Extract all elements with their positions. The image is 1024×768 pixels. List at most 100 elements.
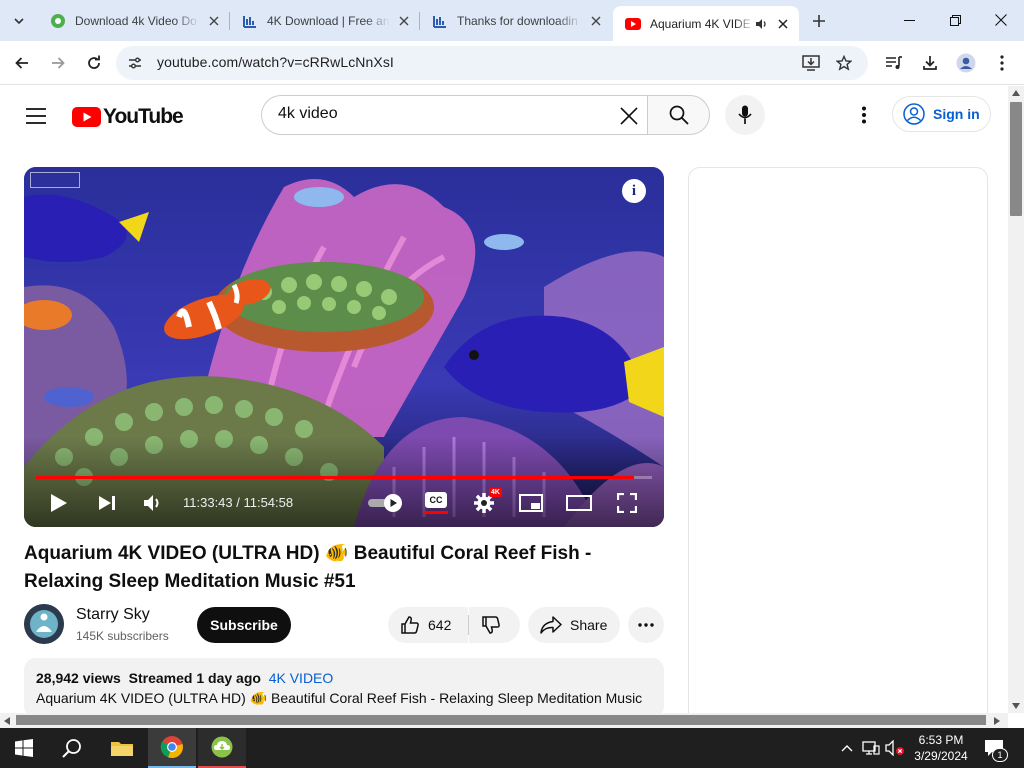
next-button[interactable] [94, 487, 120, 519]
clock-time: 6:53 PM [918, 733, 964, 747]
browser-tab-4-active[interactable]: Aquarium 4K VIDE [613, 6, 799, 41]
description-text: Aquarium 4K VIDEO (ULTRA HD) 🐠 Beautiful… [36, 690, 643, 706]
close-tab-icon[interactable] [775, 16, 791, 32]
vertical-dots-icon [1000, 55, 1004, 71]
scroll-right-arrow-icon[interactable] [994, 717, 1000, 725]
channel-name[interactable]: Starry Sky [76, 606, 150, 624]
scroll-left-arrow-icon[interactable] [4, 717, 10, 725]
miniplayer-icon [519, 494, 543, 512]
subscribe-button[interactable]: Subscribe [197, 607, 291, 643]
media-queue-icon [886, 56, 902, 69]
share-label: Share [570, 617, 608, 633]
autoplay-toggle-icon [368, 494, 402, 512]
progress-bar[interactable] [36, 476, 652, 479]
arrow-right-icon [52, 57, 65, 69]
scroll-up-arrow-icon[interactable] [1012, 90, 1020, 96]
start-button[interactable] [0, 728, 48, 768]
logo-text: YouTube [103, 105, 184, 128]
volume-tray-icon[interactable] [884, 736, 906, 760]
blue-chart-icon [432, 13, 448, 29]
search-input[interactable] [278, 105, 598, 123]
chevron-down-icon [14, 18, 24, 25]
clear-search-icon[interactable] [617, 104, 641, 128]
windows-logo-icon [15, 739, 33, 757]
plus-icon [813, 15, 825, 27]
media-control-button[interactable] [880, 49, 908, 77]
youtube-logo[interactable]: YouTube [72, 105, 184, 129]
video-title: Aquarium 4K VIDEO (ULTRA HD) 🐠 Beautiful… [24, 543, 592, 592]
theater-mode-button[interactable] [565, 487, 593, 519]
browser-tab-3[interactable]: Thanks for downloadin [420, 0, 612, 41]
vertical-scrollbar[interactable] [1008, 86, 1024, 713]
back-button[interactable] [8, 49, 36, 77]
url-text: youtube.com/watch?v=cRRwLcNnXsI [157, 54, 394, 70]
sign-in-button[interactable]: Sign in [892, 96, 991, 132]
file-explorer-button[interactable] [98, 728, 146, 768]
settings-menu-button[interactable] [852, 103, 876, 127]
play-button[interactable] [46, 487, 72, 519]
search-button[interactable] [647, 95, 710, 135]
voice-search-button[interactable] [725, 95, 765, 135]
vertical-scroll-thumb[interactable] [1010, 102, 1022, 216]
new-tab-button[interactable] [806, 8, 832, 34]
dislike-button[interactable] [469, 607, 520, 643]
mute-button[interactable] [140, 487, 166, 519]
horizontal-scroll-thumb[interactable] [16, 715, 986, 725]
miniplayer-button[interactable] [518, 487, 544, 519]
tab-title: Aquarium 4K VIDE [650, 16, 751, 31]
channel-watermark[interactable] [30, 172, 80, 188]
close-tab-icon[interactable] [206, 13, 222, 29]
channel-avatar[interactable] [24, 604, 64, 644]
video-player[interactable]: i 11:33:43 / 11:54:58 CC 4K [24, 167, 664, 527]
minimize-button[interactable] [886, 0, 932, 40]
tab-search-button[interactable] [6, 8, 32, 34]
view-count: 28,942 views [36, 670, 121, 686]
hashtag-link[interactable]: 4K VIDEO [269, 670, 334, 686]
captions-button[interactable]: CC [423, 487, 449, 519]
video-info-icon[interactable]: i [622, 179, 646, 203]
description-box[interactable]: 28,942 views Streamed 1 day ago 4K VIDEO… [24, 658, 664, 718]
browser-tabstrip: Download 4k Video Do 4K Download | Free … [0, 0, 1024, 41]
guide-menu-button[interactable] [18, 98, 54, 134]
chrome-menu-button[interactable] [988, 49, 1016, 77]
4k-downloader-taskbar-button[interactable] [198, 728, 246, 768]
speaker-icon[interactable] [755, 17, 769, 31]
taskbar-search-button[interactable] [48, 728, 96, 768]
horizontal-scrollbar[interactable] [0, 713, 1008, 728]
browser-tab-1[interactable]: Download 4k Video Do [38, 0, 230, 41]
stream-date: Streamed 1 day ago [128, 670, 261, 686]
chrome-icon [160, 736, 183, 759]
subscriber-count: 145K subscribers [76, 629, 169, 643]
volume-muted-icon [885, 740, 904, 756]
more-actions-button[interactable] [628, 607, 664, 643]
browser-tab-2[interactable]: 4K Download | Free an [230, 0, 420, 41]
volume-icon [144, 495, 159, 511]
reload-button[interactable] [80, 49, 108, 77]
forward-button[interactable] [44, 49, 72, 77]
green-download-icon [50, 13, 66, 29]
close-tab-icon[interactable] [588, 13, 604, 29]
scroll-down-arrow-icon[interactable] [1012, 703, 1020, 709]
share-button[interactable]: Share [528, 607, 620, 643]
horizontal-dots-icon [638, 623, 654, 627]
close-tab-icon[interactable] [396, 13, 412, 29]
restore-button[interactable] [932, 0, 978, 40]
bookmark-star-icon[interactable] [833, 52, 855, 74]
autoplay-toggle[interactable] [366, 487, 404, 519]
like-count: 642 [428, 617, 452, 633]
taskbar-clock[interactable]: 6:53 PM 3/29/2024 [908, 732, 974, 764]
address-bar[interactable]: youtube.com/watch?v=cRRwLcNnXsI [116, 46, 868, 80]
fullscreen-button[interactable] [614, 487, 640, 519]
profile-button[interactable] [952, 49, 980, 77]
thumbs-down-icon [482, 616, 500, 634]
site-info-icon[interactable] [124, 52, 146, 74]
install-app-icon[interactable] [800, 52, 822, 74]
video-meta-line: 28,942 views Streamed 1 day ago 4K VIDEO [36, 670, 652, 686]
downloads-button[interactable] [916, 49, 944, 77]
close-window-button[interactable] [978, 0, 1024, 40]
network-tray-icon[interactable] [860, 736, 882, 760]
like-button[interactable]: 642 [388, 607, 468, 643]
network-icon [862, 741, 880, 755]
show-hidden-icons-button[interactable] [836, 736, 858, 760]
chrome-taskbar-button[interactable] [148, 728, 196, 768]
